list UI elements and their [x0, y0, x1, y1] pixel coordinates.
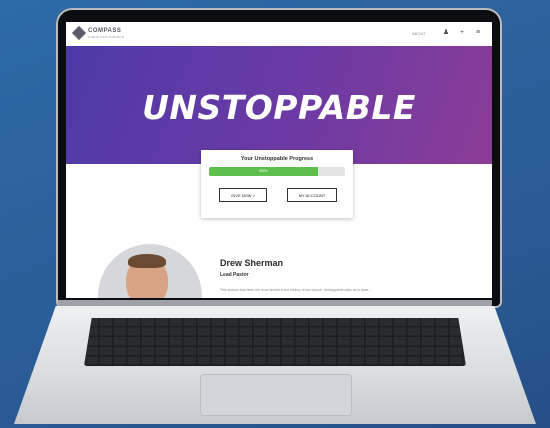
laptop-keyboard: [84, 318, 466, 366]
logo-icon[interactable]: [71, 25, 87, 41]
laptop-screen: COMPASS CHRISTIAN CHURCH ABOUT ♟ + ≡ UNS…: [66, 22, 492, 298]
progress-bar-fill: 80%: [209, 167, 318, 176]
profile-name: Drew Sherman: [220, 258, 284, 268]
hero-title: UNSTOPPABLE: [142, 88, 416, 127]
logo-subtext: CHRISTIAN CHURCH: [88, 35, 125, 39]
profile-bio: This season has been the most pivotal in…: [220, 288, 372, 292]
avatar-hair: [128, 254, 166, 268]
give-now-button[interactable]: GIVE NOW >: [219, 188, 267, 202]
menu-icon[interactable]: ≡: [474, 28, 482, 38]
logo-text[interactable]: COMPASS: [88, 28, 121, 34]
progress-card: Your Unstoppable Progress 80% GIVE NOW >…: [201, 150, 353, 218]
hero-banner: UNSTOPPABLE: [66, 46, 492, 164]
profile-role: Lead Pastor: [220, 272, 249, 278]
site-nav: COMPASS CHRISTIAN CHURCH ABOUT ♟ + ≡: [66, 22, 492, 47]
my-account-button[interactable]: MY ACCOUNT: [287, 188, 337, 202]
nav-link-about[interactable]: ABOUT: [412, 31, 426, 36]
pastor-avatar: [98, 244, 202, 298]
progress-bar-label: 80%: [259, 168, 268, 173]
person-icon[interactable]: ♟: [442, 28, 450, 38]
laptop-trackpad[interactable]: [200, 374, 352, 416]
progress-card-title: Your Unstoppable Progress: [240, 156, 314, 162]
plus-icon[interactable]: +: [458, 28, 466, 38]
progress-bar: 80%: [209, 167, 345, 176]
